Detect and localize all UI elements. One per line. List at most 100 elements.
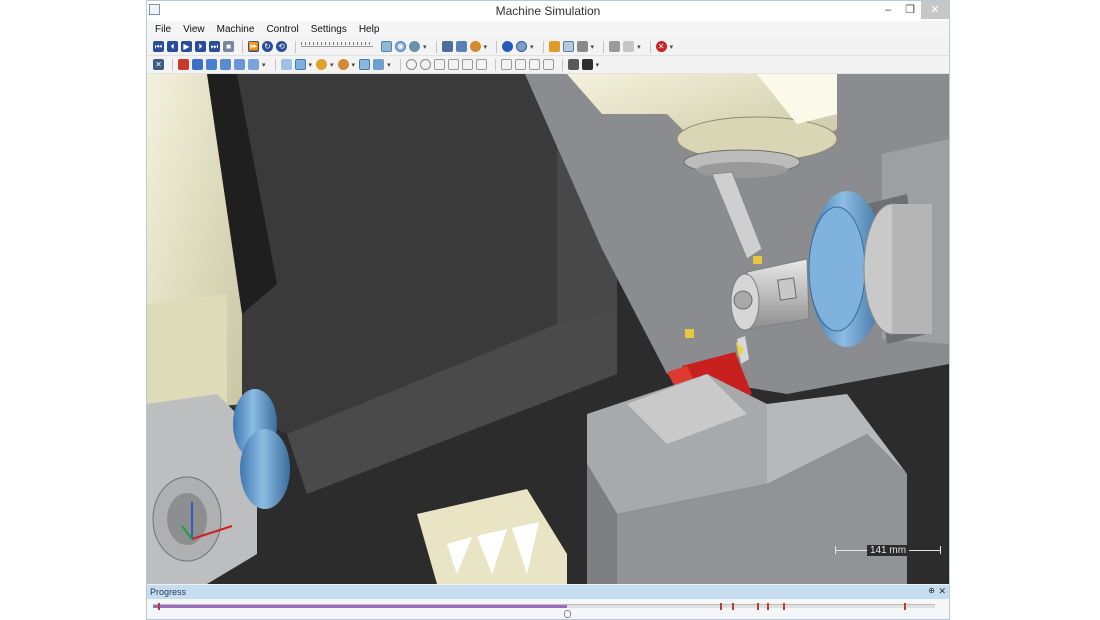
machine-visibility-icon[interactable] — [294, 59, 306, 70]
fixture-visibility-icon[interactable] — [359, 59, 371, 70]
toolbar-separator — [435, 40, 437, 53]
blue-cube-icon[interactable] — [206, 59, 217, 70]
blue-sphere-icon[interactable] — [502, 41, 514, 52]
scale-bar: 141 mm — [835, 544, 941, 556]
progress-marker — [731, 603, 734, 610]
dropdown-arrow-icon[interactable]: ▾ — [330, 61, 334, 69]
measure-icon[interactable] — [469, 41, 481, 52]
dropdown-arrow-icon[interactable]: ▾ — [637, 43, 641, 51]
zoom-icon[interactable] — [447, 59, 459, 70]
error-stop-icon[interactable]: ✕ — [655, 41, 667, 52]
simulation-speed-slider[interactable] — [301, 41, 373, 52]
progress-marker — [782, 603, 785, 610]
stock-visibility-icon[interactable] — [337, 59, 349, 70]
dropdown-arrow-icon[interactable]: ▾ — [387, 61, 391, 69]
dropdown-arrow-icon[interactable]: ▾ — [670, 43, 674, 51]
menu-help[interactable]: Help — [359, 24, 380, 35]
turret-collar — [696, 162, 788, 178]
window-controls: – ❐ ✕ — [877, 1, 949, 21]
visibility-icon[interactable] — [280, 59, 292, 70]
shaded-icon[interactable] — [581, 59, 593, 70]
gear-part-icon[interactable] — [409, 41, 420, 52]
progress-marker — [756, 603, 759, 610]
restore-button[interactable]: ❐ — [899, 1, 921, 19]
dropdown-arrow-icon[interactable]: ▾ — [262, 61, 266, 69]
loop-icon[interactable]: ↻ — [262, 41, 273, 52]
toolbar-separator — [399, 58, 401, 71]
workpiece-visibility-icon[interactable] — [373, 59, 385, 70]
fast-forward-to-end-icon[interactable]: ⏭ — [209, 41, 220, 52]
rewind-to-start-icon[interactable]: ⏮ — [153, 41, 164, 52]
tool-insert-yellow — [685, 329, 694, 338]
dropdown-arrow-icon[interactable]: ▾ — [484, 43, 488, 51]
stop-icon[interactable]: ■ — [223, 41, 234, 52]
rotate-left-icon[interactable] — [405, 59, 417, 70]
side-view-icon[interactable] — [542, 59, 554, 70]
red-cube-icon[interactable] — [178, 59, 189, 70]
zoom-in-icon[interactable] — [461, 59, 473, 70]
step-forward-icon[interactable]: ⏵ — [195, 41, 206, 52]
blue-cube-icon[interactable] — [234, 59, 245, 70]
top-view-icon[interactable] — [514, 59, 526, 70]
panel-close-icon[interactable]: ✕ — [938, 586, 946, 597]
scale-bar-tick — [940, 546, 941, 554]
close-button[interactable]: ✕ — [921, 1, 949, 19]
upper-insert — [753, 256, 762, 264]
menu-view[interactable]: View — [183, 24, 205, 35]
menu-control[interactable]: Control — [266, 24, 298, 35]
toolbar-separator — [542, 40, 544, 53]
zoom-out-icon[interactable] — [475, 59, 487, 70]
blue-cube-icon[interactable] — [192, 59, 203, 70]
skip-icon[interactable]: ⏩ — [248, 41, 259, 52]
minimize-button[interactable]: – — [877, 1, 899, 19]
rotate-right-icon[interactable] — [419, 59, 431, 70]
stock-sphere-icon[interactable] — [516, 41, 528, 52]
iso-view-icon[interactable] — [500, 59, 512, 70]
progress-thumb[interactable] — [564, 610, 572, 618]
wireframe-icon[interactable] — [567, 59, 579, 70]
dropdown-arrow-icon[interactable]: ▾ — [352, 61, 356, 69]
progress-track[interactable] — [153, 603, 935, 610]
pan-icon[interactable] — [433, 59, 445, 70]
machine-scene — [147, 74, 949, 584]
dropdown-arrow-icon[interactable]: ▾ — [596, 61, 600, 69]
dropdown-arrow-icon[interactable]: ▾ — [591, 43, 595, 51]
chuck-face — [808, 206, 866, 332]
blue-cube-icon[interactable] — [248, 59, 259, 70]
pencil-icon[interactable] — [609, 41, 621, 52]
pin-icon[interactable]: ⊕ — [928, 586, 935, 595]
tool-visibility-icon[interactable] — [316, 59, 328, 70]
cube-icon[interactable] — [576, 41, 588, 52]
toolbar-separator — [494, 58, 496, 71]
spindle-body — [892, 204, 932, 334]
step-back-icon[interactable]: ⏴ — [167, 41, 178, 52]
dropdown-arrow-icon[interactable]: ▾ — [423, 43, 427, 51]
dropdown-arrow-icon[interactable]: ▾ — [309, 61, 313, 69]
view-mode-icon[interactable] — [381, 41, 392, 52]
menu-file[interactable]: File — [155, 24, 171, 35]
grid-icon[interactable] — [562, 41, 574, 52]
progress-marker — [158, 603, 161, 610]
dropdown-arrow-icon[interactable]: ▾ — [530, 43, 534, 51]
title-bar: Machine Simulation – ❐ ✕ — [147, 1, 949, 22]
toolbar-separator — [172, 58, 173, 71]
menu-settings[interactable]: Settings — [311, 24, 347, 35]
axis-icon[interactable] — [548, 41, 560, 52]
toolbar-separator — [496, 40, 498, 53]
shaded-sphere-icon[interactable] — [395, 41, 406, 52]
fit-view-icon[interactable]: ✕ — [153, 59, 164, 70]
toolbar-separator — [295, 40, 296, 53]
toolbar-separator — [561, 58, 563, 71]
speed-slider-track — [301, 46, 373, 47]
main-chuck-jaw — [240, 429, 290, 509]
menu-machine[interactable]: Machine — [217, 24, 255, 35]
simulation-viewport[interactable]: 141 mm — [147, 74, 949, 584]
main-chuck-bore — [167, 493, 207, 545]
play-icon[interactable]: ▶ — [181, 41, 192, 52]
line-icon[interactable] — [623, 41, 635, 52]
reset-icon[interactable]: ⟲ — [276, 41, 287, 52]
blue-cube-icon[interactable] — [220, 59, 231, 70]
front-view-icon[interactable] — [528, 59, 540, 70]
camera-icon[interactable] — [441, 41, 453, 52]
ruler-icon[interactable] — [455, 41, 467, 52]
